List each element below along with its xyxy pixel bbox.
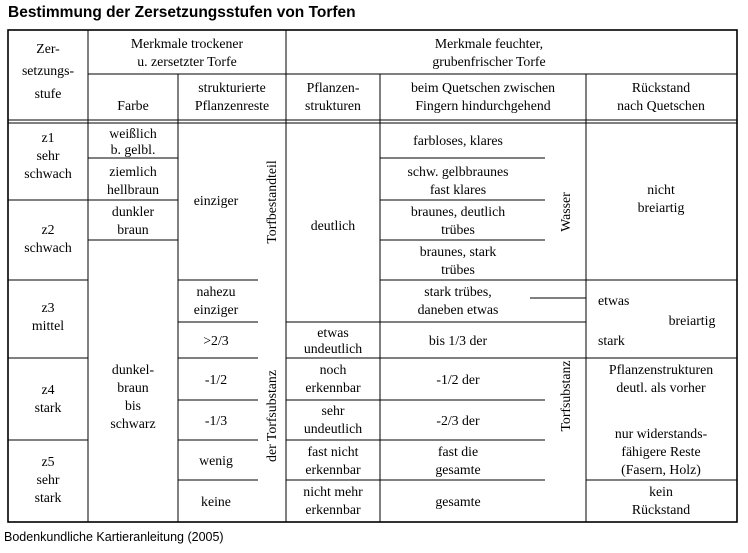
stage-desc-z5: sehr — [37, 472, 60, 487]
plant-p2: undeutlich — [304, 341, 362, 356]
residue-r4: fähigere Reste — [621, 444, 700, 459]
residue-r1: breiartig — [638, 200, 685, 215]
color-c2: hellbraun — [107, 182, 159, 197]
struct-s1: einziger — [194, 193, 239, 208]
color-c1: weißlich — [109, 126, 157, 141]
vertical-label-der-torfsubstanz: der Torfsubstanz — [264, 370, 279, 462]
stage-desc-z4: stark — [35, 400, 62, 415]
color-c2: ziemlich — [109, 164, 157, 179]
squeeze-q2: fast klares — [430, 182, 486, 197]
residue-r4: nur widerstands- — [615, 426, 708, 441]
stage-desc-z1: sehr — [37, 148, 60, 163]
struct-s7: keine — [201, 494, 231, 509]
decomposition-table: Zer- setzungs- stufe Merkmale trockener … — [7, 29, 738, 523]
stage-code-z5: z5 — [41, 454, 54, 469]
residue-stark: stark — [598, 333, 625, 348]
header-wet-2: grubenfrischer Torfe — [432, 54, 545, 69]
color-c3: braun — [117, 222, 149, 237]
squeeze-q4: trübes — [441, 262, 475, 277]
vertical-label-wasser: Wasser — [558, 192, 573, 232]
header-stage-2: setzungs- — [22, 63, 75, 78]
header-squeeze-1: beim Quetschen zwischen — [411, 80, 555, 95]
header-stage-1: Zer- — [36, 41, 60, 56]
vertical-label-torfbestandteil: Torfbestandteil — [264, 160, 279, 243]
header-plant-1: Pflanzen- — [307, 80, 360, 95]
squeeze-q2: schw. gelbbraunes — [407, 164, 508, 179]
squeeze-q1: farbloses, klares — [413, 133, 503, 148]
plant-p3: erkennbar — [305, 380, 361, 395]
header-struct-2: Pflanzenreste — [195, 98, 269, 113]
struct-s2: einziger — [194, 302, 239, 317]
stage-code-z2: z2 — [41, 222, 54, 237]
plant-p4: undeutlich — [304, 421, 362, 436]
plant-p6: nicht mehr — [303, 484, 363, 499]
squeeze-q9: fast die — [438, 444, 478, 459]
squeeze-q5: daneben etwas — [418, 302, 499, 317]
plant-p4: sehr — [322, 403, 345, 418]
residue-r3: Pflanzenstrukturen — [609, 362, 713, 377]
stage-code-z1: z1 — [41, 130, 54, 145]
struct-s2: nahezu — [196, 284, 235, 299]
color-c4: dunkel- — [112, 362, 155, 377]
squeeze-q8: -2/3 der — [436, 413, 480, 428]
plant-p5: erkennbar — [305, 462, 361, 477]
header-dry-2: u. zersetzter Torfe — [137, 54, 237, 69]
struct-s3: >2/3 — [203, 333, 229, 348]
residue-r1: nicht — [647, 182, 675, 197]
struct-s6: wenig — [199, 453, 233, 468]
squeeze-q3: trübes — [441, 222, 475, 237]
stage-desc-z5: stark — [35, 490, 62, 505]
plant-p2: etwas — [317, 325, 348, 340]
squeeze-q7: -1/2 der — [436, 372, 480, 387]
squeeze-q6: bis 1/3 der — [429, 333, 488, 348]
squeeze-q10: gesamte — [435, 494, 480, 509]
vertical-label-torfsubstanz: Torfsubstanz — [558, 360, 573, 431]
color-c4: schwarz — [110, 416, 155, 431]
stage-code-z4: z4 — [41, 382, 54, 397]
color-c4: braun — [117, 380, 149, 395]
residue-r5: Rückstand — [632, 502, 690, 517]
plant-p3: noch — [320, 362, 347, 377]
header-stage-3: stufe — [35, 86, 62, 101]
header-plant-2: strukturen — [305, 98, 361, 113]
source-caption: Bodenkundliche Kartieranleitung (2005) — [4, 530, 224, 544]
color-c4: bis — [125, 398, 141, 413]
stage-desc-z2: schwach — [24, 240, 72, 255]
color-c3: dunkler — [112, 204, 155, 219]
plant-p1: deutlich — [311, 218, 356, 233]
squeeze-q5: stark trübes, — [424, 284, 491, 299]
residue-etwas: etwas — [598, 293, 629, 308]
struct-s4: -1/2 — [205, 372, 227, 387]
residue-r4: (Fasern, Holz) — [621, 462, 701, 478]
squeeze-q4: braunes, stark — [420, 244, 497, 259]
header-color: Farbe — [117, 98, 148, 113]
stage-code-z3: z3 — [41, 300, 54, 315]
residue-breiartig: breiartig — [669, 313, 716, 328]
squeeze-q9: gesamte — [435, 462, 480, 477]
header-residue-2: nach Quetschen — [617, 98, 705, 113]
residue-r5: kein — [649, 484, 673, 499]
stage-desc-z3: mittel — [32, 318, 64, 333]
stage-desc-z1: schwach — [24, 166, 72, 181]
header-residue-1: Rückstand — [632, 80, 690, 95]
squeeze-q3: braunes, deutlich — [411, 204, 505, 219]
color-c1: b. gelbl. — [111, 142, 156, 157]
struct-s5: -1/3 — [205, 413, 227, 428]
plant-p5: fast nicht — [308, 444, 359, 459]
residue-r3: deutl. als vorher — [616, 380, 706, 395]
header-wet-1: Merkmale feuchter, — [435, 36, 543, 51]
plant-p6: erkennbar — [305, 502, 361, 517]
header-dry-1: Merkmale trockener — [131, 36, 244, 51]
header-squeeze-2: Fingern hindurchgehend — [415, 98, 550, 113]
header-struct-1: strukturierte — [198, 80, 265, 95]
